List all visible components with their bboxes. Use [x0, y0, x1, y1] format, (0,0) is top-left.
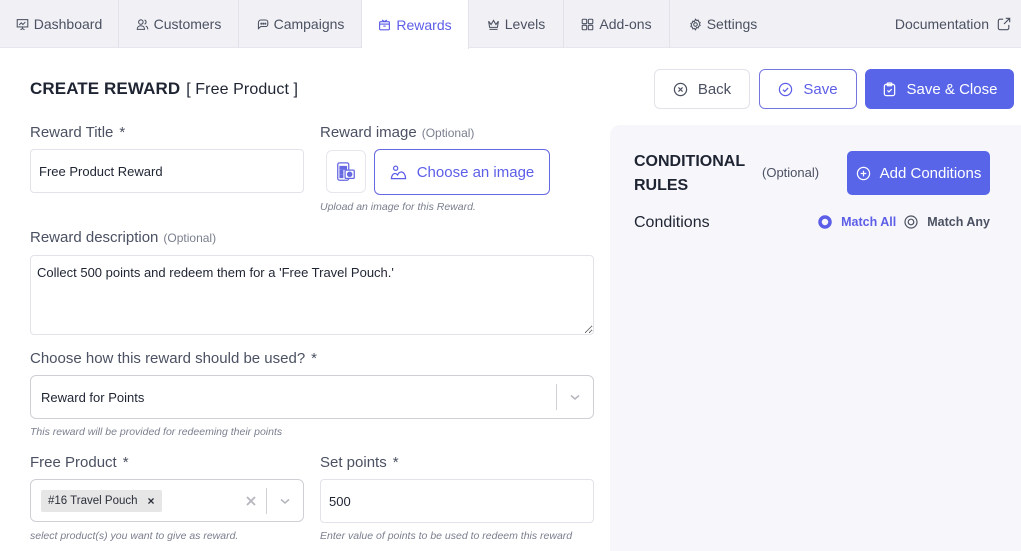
save-button[interactable]: Save	[759, 69, 857, 109]
page-title-type: [ Free Product ]	[186, 81, 299, 98]
reward-image-help: Upload an image for this Reward.	[320, 201, 476, 213]
optional-marker: (Optional)	[163, 231, 217, 245]
tab-dashboard-label: Dashboard	[33, 16, 103, 32]
match-all-label: Match All	[841, 215, 897, 229]
conditional-rules-optional: (Optional)	[762, 165, 820, 180]
gear-icon	[689, 17, 701, 31]
tab-levels[interactable]: Levels	[469, 0, 564, 48]
crown-icon	[487, 18, 499, 30]
points-label-text: Set points	[320, 454, 387, 471]
plus-circle-icon	[856, 166, 870, 180]
save-close-button[interactable]: Save & Close	[865, 69, 1014, 109]
tab-customers-label: Customers	[153, 16, 222, 32]
description-textarea[interactable]: Collect 500 points and redeem them for a…	[30, 255, 594, 335]
presentation-chart-icon	[16, 18, 29, 30]
reward-title-input[interactable]: Free Product Reward	[30, 149, 304, 193]
reward-title-label-text: Reward Title	[30, 124, 114, 141]
tab-campaigns-label: Campaigns	[273, 16, 345, 32]
tab-add-ons-label: Add-ons	[599, 16, 652, 32]
free-product-tags: #16 Travel Pouch ×	[31, 489, 236, 512]
optional-marker: (Optional)	[421, 126, 475, 140]
gift-box-icon	[379, 19, 391, 31]
external-link-icon	[997, 17, 1011, 31]
check-circle-icon	[779, 82, 793, 96]
choose-image-button[interactable]: Choose an image	[374, 149, 550, 195]
usage-select[interactable]: Reward for Points	[30, 375, 594, 419]
required-marker: *	[392, 454, 399, 471]
documentation-label: Documentation	[894, 16, 989, 32]
clipboard-check-icon	[883, 81, 895, 96]
free-product-label-text: Free Product	[30, 454, 117, 471]
match-any-label: Match Any	[927, 215, 990, 229]
add-conditions-label: Add Conditions	[879, 164, 982, 182]
conditions-label: Conditions	[634, 214, 710, 231]
description-label-text: Reward description	[30, 229, 159, 246]
page-title-main: CREATE REWARD	[30, 79, 181, 98]
reward-image-preview	[326, 150, 366, 193]
tab-customers[interactable]: Customers	[119, 0, 239, 48]
usage-selected-value: Reward for Points	[41, 389, 145, 405]
free-product-label: Free Product *	[30, 454, 129, 471]
back-button[interactable]: Back	[654, 69, 750, 109]
tab-dashboard[interactable]: Dashboard	[0, 0, 119, 48]
save-label: Save	[803, 80, 838, 98]
match-any-radio[interactable]: Match Any	[904, 215, 990, 229]
product-tag-label: #16 Travel Pouch	[48, 494, 138, 507]
clear-selection-icon[interactable]	[236, 495, 266, 507]
tab-add-ons[interactable]: Add-ons	[564, 0, 670, 48]
reward-title-label: Reward Title *	[30, 124, 125, 141]
chat-bubbles-icon	[257, 19, 268, 30]
tab-levels-label: Levels	[504, 16, 546, 32]
points-input[interactable]: 500	[320, 479, 594, 523]
description-label: Reward description (Optional)	[30, 229, 216, 246]
tab-campaigns[interactable]: Campaigns	[239, 0, 362, 48]
free-product-select[interactable]: #16 Travel Pouch ×	[30, 479, 304, 522]
image-placeholder-icon	[337, 161, 355, 181]
required-marker: *	[311, 350, 318, 367]
chevron-down-icon[interactable]	[267, 494, 303, 508]
match-radio-group: Match All Match Any	[818, 215, 990, 229]
grid-icon	[582, 18, 594, 30]
tab-rewards[interactable]: Rewards	[362, 0, 469, 49]
add-conditions-button[interactable]: Add Conditions	[847, 151, 990, 195]
radio-unselected-icon	[904, 215, 918, 229]
points-value: 500	[329, 493, 351, 509]
tab-settings[interactable]: Settings	[670, 0, 776, 48]
top-nav: Dashboard Customers Campaigns Rewards Le…	[0, 0, 1021, 49]
page-title: CREATE REWARD [ Free Product ]	[30, 79, 298, 99]
tab-settings-label: Settings	[706, 16, 758, 32]
usage-label-text: Choose how this reward should be used?	[30, 350, 306, 367]
conditional-rules-title: CONDITIONAL RULES	[634, 153, 745, 194]
tab-rewards-label: Rewards	[396, 16, 452, 33]
points-help: Enter value of points to be used to rede…	[320, 530, 573, 542]
reward-image-label-text: Reward image	[320, 124, 417, 141]
usage-help: This reward will be provided for redeemi…	[30, 426, 283, 438]
required-marker: *	[119, 124, 126, 141]
remove-tag-icon[interactable]: ×	[148, 494, 155, 508]
reward-title-value: Free Product Reward	[39, 163, 163, 179]
product-tag: #16 Travel Pouch ×	[41, 489, 162, 512]
points-label: Set points *	[320, 454, 399, 471]
save-close-label: Save & Close	[906, 80, 998, 98]
match-all-radio[interactable]: Match All	[818, 215, 896, 229]
required-marker: *	[122, 454, 129, 471]
back-label: Back	[697, 80, 732, 98]
image-icon	[390, 165, 406, 179]
radio-selected-icon	[818, 215, 832, 229]
close-circle-icon	[673, 82, 688, 96]
chevron-down-icon[interactable]	[557, 390, 593, 404]
documentation-link[interactable]: Documentation	[895, 0, 1011, 48]
choose-image-label: Choose an image	[416, 163, 535, 181]
free-product-help: select product(s) you want to give as re…	[30, 530, 239, 542]
usage-label: Choose how this reward should be used? *	[30, 350, 317, 367]
users-icon	[136, 18, 148, 30]
reward-image-label: Reward image (Optional)	[320, 124, 474, 141]
